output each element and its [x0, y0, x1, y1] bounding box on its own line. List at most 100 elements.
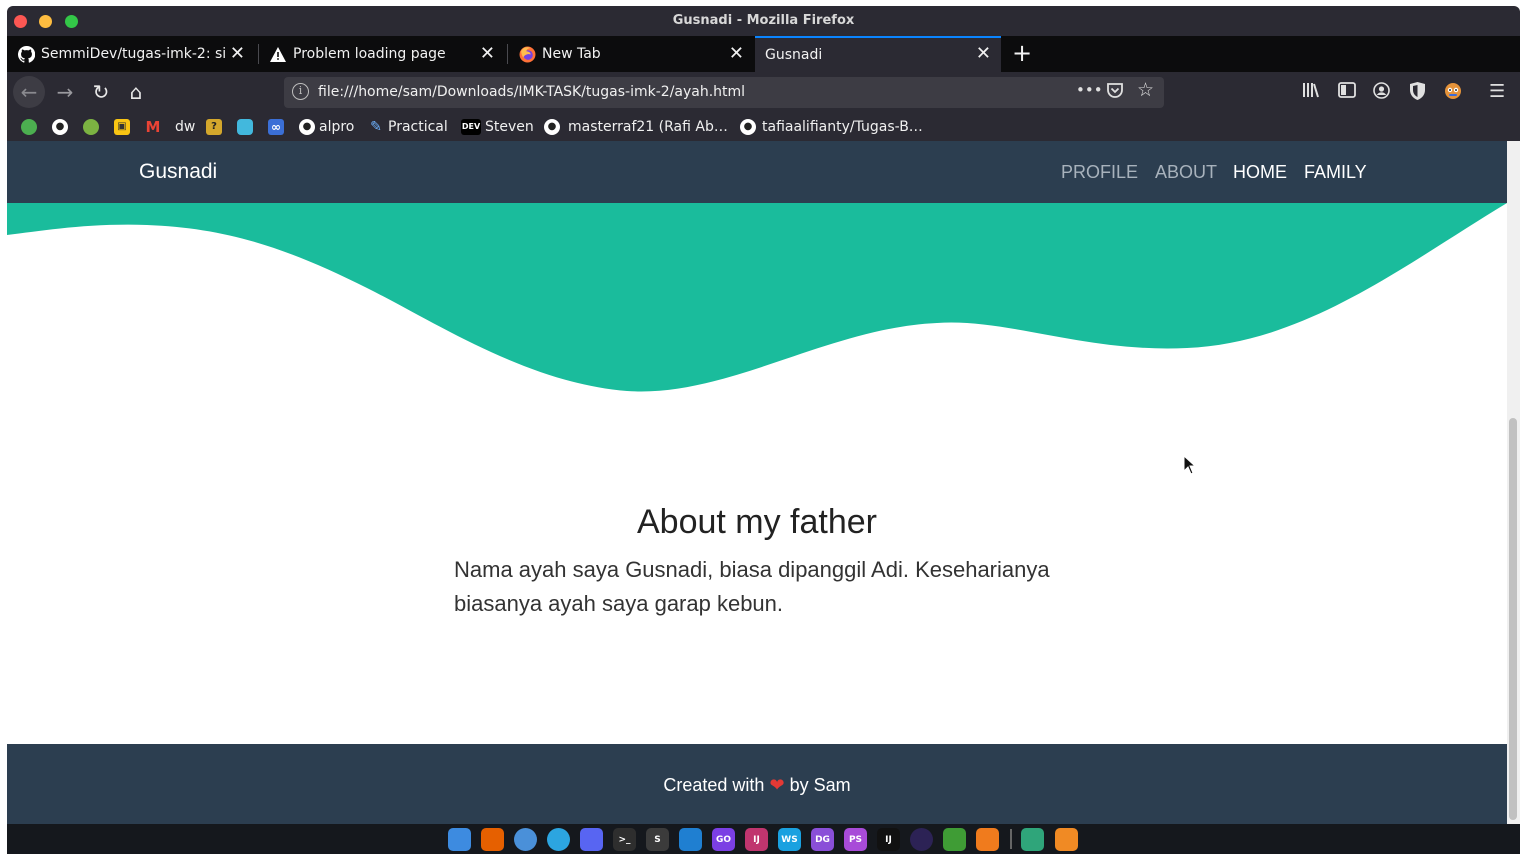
- footer-text: Created with ❤ by Sam: [7, 775, 1507, 796]
- window-title: Gusnadi - Mozilla Firefox: [672, 13, 855, 28]
- github-icon: ●: [299, 118, 315, 135]
- image-icon: ▣: [114, 118, 130, 135]
- page-title: About my father: [636, 503, 877, 541]
- hamburger-menu-icon[interactable]: ☰: [1489, 81, 1505, 102]
- tab-new-tab[interactable]: New Tab ✕: [508, 36, 754, 72]
- tab-label: New Tab: [542, 46, 601, 62]
- account-icon[interactable]: [1373, 82, 1390, 103]
- bookmark-android[interactable]: [83, 116, 103, 137]
- window-titlebar: Gusnadi - Mozilla Firefox: [7, 6, 1520, 36]
- bookmark-practical[interactable]: ✎ Practical: [368, 116, 448, 137]
- back-button[interactable]: ←: [13, 76, 45, 108]
- about-paragraph: Nama ayah saya Gusnadi, biasa dipanggil …: [454, 557, 1050, 616]
- discord-icon[interactable]: [580, 828, 603, 851]
- shield-icon[interactable]: [1409, 82, 1426, 104]
- datagrip-icon[interactable]: DG: [811, 828, 834, 851]
- phpstorm-icon[interactable]: PS: [844, 828, 867, 851]
- footer-prefix: Created with: [663, 775, 765, 795]
- hero-wave: [7, 203, 1507, 392]
- bookmark-tafiaalifianty[interactable]: ● tafiaalifianty/Tugas-B…: [740, 116, 923, 137]
- pocket-icon[interactable]: [1106, 81, 1124, 104]
- files-icon[interactable]: [1021, 828, 1044, 851]
- leaf-icon: [21, 118, 37, 135]
- bookmark-steven[interactable]: DEV Steven: [461, 116, 534, 137]
- bookmark-label: Practical: [388, 118, 448, 135]
- tab-close-icon[interactable]: ✕: [230, 43, 245, 64]
- page-actions-icon[interactable]: •••: [1076, 81, 1103, 99]
- dev-icon: DEV: [461, 118, 481, 135]
- mongodb-icon[interactable]: [943, 828, 966, 851]
- tab-strip: SemmiDev/tugas-imk-2: sin ✕ Problem load…: [7, 36, 1520, 72]
- new-tab-button[interactable]: +: [1012, 39, 1032, 67]
- url-text[interactable]: file:///home/sam/Downloads/IMK-TASK/tuga…: [318, 84, 745, 100]
- wave-shape: [7, 203, 1507, 392]
- bookmarks-toolbar: ● ▣ M dw ? ∞ ● alpro ✎ Practical DEV Ste…: [7, 112, 1520, 141]
- bookmark-star-icon[interactable]: ☆: [1137, 79, 1154, 101]
- nav-link-profile[interactable]: PROFILE: [1061, 162, 1138, 183]
- eclipse-icon[interactable]: [910, 828, 933, 851]
- scrollbar-thumb[interactable]: [1509, 418, 1517, 820]
- forward-button[interactable]: →: [53, 80, 77, 104]
- tab-github-repo[interactable]: SemmiDev/tugas-imk-2: sin ✕: [7, 36, 255, 72]
- site-footer: Created with ❤ by Sam: [7, 744, 1507, 824]
- bookmark-image[interactable]: ▣: [114, 116, 134, 137]
- nav-link-home[interactable]: HOME: [1233, 162, 1287, 183]
- intellij-icon[interactable]: IJ: [745, 828, 768, 851]
- heart-icon: ❤: [769, 775, 785, 795]
- webstorm-icon[interactable]: WS: [778, 828, 801, 851]
- home-button[interactable]: ⌂: [124, 80, 148, 104]
- nav-link-family[interactable]: FAMILY: [1304, 162, 1367, 183]
- github-icon: ●: [544, 118, 560, 135]
- reload-button[interactable]: ↻: [89, 80, 113, 104]
- tab-close-icon[interactable]: ✕: [976, 43, 991, 64]
- site-navbar: Gusnadi PROFILE ABOUT HOME FAMILY: [7, 141, 1507, 203]
- bookmark-infinity[interactable]: ∞: [268, 116, 288, 137]
- bookmark-alpro[interactable]: ● alpro: [299, 116, 354, 137]
- address-bar[interactable]: i file:///home/sam/Downloads/IMK-TASK/tu…: [284, 77, 1164, 108]
- finder-icon[interactable]: [448, 828, 471, 851]
- site-brand[interactable]: Gusnadi: [139, 160, 217, 184]
- sublime-icon[interactable]: S: [646, 828, 669, 851]
- bookmark-cube[interactable]: [237, 116, 257, 137]
- navigation-toolbar: ← → ↻ ⌂ i file:///home/sam/Downloads/IMK…: [7, 72, 1520, 112]
- nav-link-about[interactable]: ABOUT: [1155, 162, 1217, 183]
- bookmark-dw[interactable]: dw: [175, 116, 195, 137]
- dock-separator: [1010, 829, 1012, 849]
- tab-label: SemmiDev/tugas-imk-2: sin: [41, 46, 225, 62]
- firefox-icon: [518, 45, 536, 63]
- tab-close-icon[interactable]: ✕: [480, 43, 495, 64]
- tab-gusnadi[interactable]: Gusnadi ✕: [755, 36, 1001, 72]
- goland-icon[interactable]: GO: [712, 828, 735, 851]
- bookmark-leaf[interactable]: [21, 116, 41, 137]
- bookmark-masterraf21[interactable]: ● masterraf21 (Rafi Ab…: [544, 116, 728, 137]
- extension-icon[interactable]: [1444, 82, 1462, 104]
- footer-suffix: by Sam: [789, 775, 851, 795]
- gmail-icon: M: [145, 117, 161, 136]
- terminal-icon[interactable]: >_: [613, 828, 636, 851]
- bookmark-question[interactable]: ?: [206, 116, 226, 137]
- cube-icon: [237, 118, 253, 135]
- vscode-icon[interactable]: [679, 828, 702, 851]
- tab-close-icon[interactable]: ✕: [729, 43, 744, 64]
- bookmark-label: tafiaalifianty/Tugas-B…: [762, 118, 923, 135]
- warning-icon: [269, 45, 287, 63]
- telegram-icon[interactable]: [547, 828, 570, 851]
- info-icon[interactable]: i: [292, 83, 309, 100]
- infinity-icon: ∞: [268, 118, 284, 135]
- library-icon[interactable]: [1302, 82, 1320, 102]
- firefox-icon[interactable]: [481, 828, 504, 851]
- sidebar-icon[interactable]: [1338, 82, 1356, 102]
- store-icon[interactable]: [1055, 828, 1078, 851]
- bookmark-github[interactable]: ●: [52, 116, 72, 137]
- tab-label: Problem loading page: [293, 46, 446, 62]
- tab-label: Gusnadi: [765, 47, 823, 63]
- postman-icon[interactable]: [976, 828, 999, 851]
- jetbrains-icon[interactable]: IJ: [877, 828, 900, 851]
- tab-problem-loading[interactable]: Problem loading page ✕: [259, 36, 505, 72]
- chromium-icon[interactable]: [514, 828, 537, 851]
- github-icon: [17, 45, 35, 63]
- desktop-dock: >_ S GO IJ WS DG PS IJ: [7, 824, 1520, 854]
- github-icon: ●: [52, 118, 68, 135]
- bookmark-gmail[interactable]: M: [145, 116, 165, 137]
- web-page: Gusnadi PROFILE ABOUT HOME FAMILY About …: [7, 141, 1507, 824]
